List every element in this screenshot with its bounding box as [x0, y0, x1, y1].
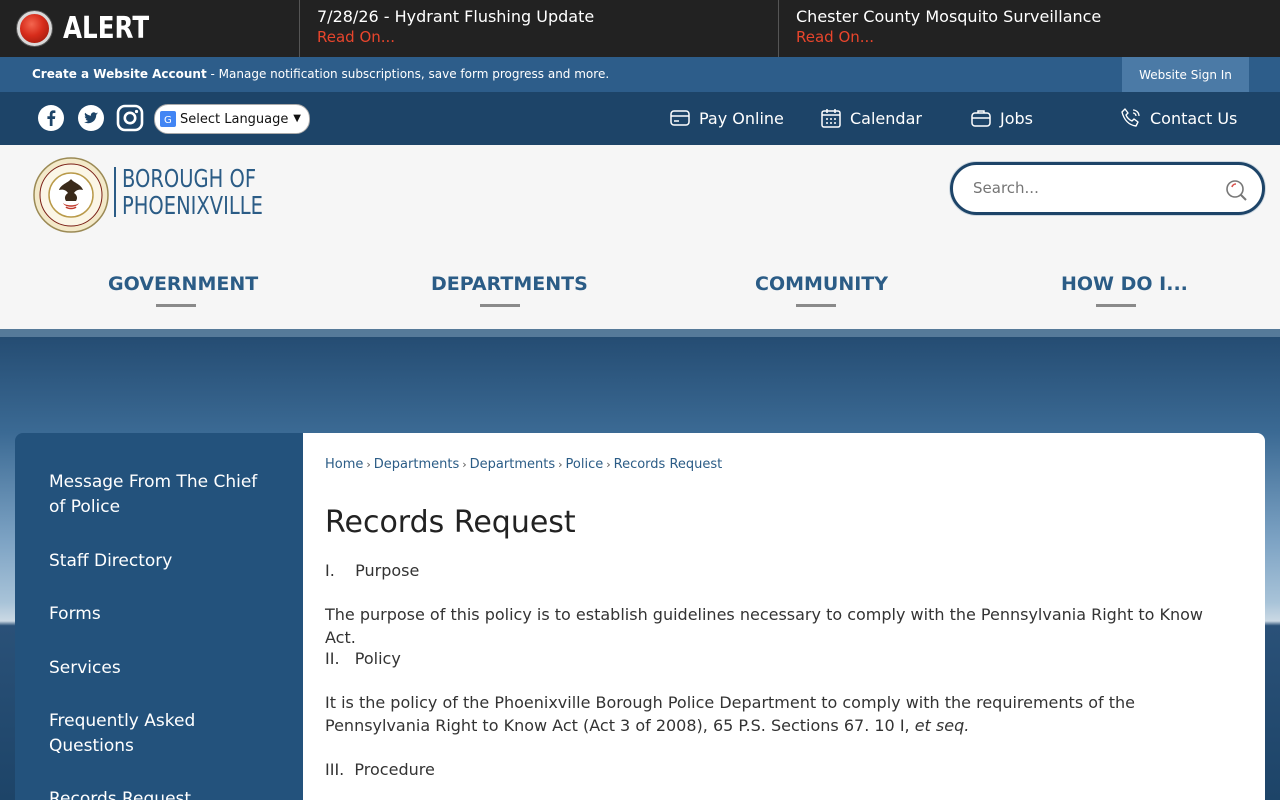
alert-item-mosquito[interactable]: Chester County Mosquito Surveillance Rea… [779, 0, 1280, 57]
borough-name-logo[interactable]: BOROUGH OF PHOENIXVILLE [122, 165, 263, 219]
logo-line-1: BOROUGH OF [122, 164, 257, 193]
alert-title[interactable]: 7/28/26 - Hydrant Flushing Update [317, 6, 778, 27]
nav-government[interactable]: GOVERNMENT [108, 273, 258, 295]
sidebar-item-services[interactable]: Services [49, 656, 269, 681]
briefcase-icon [971, 110, 991, 127]
main-content: Home › Departments › Departments › Police › Reco… [303, 433, 1265, 800]
alert-label-block: ALERT [0, 0, 300, 57]
procedure-heading: III. Procedure [325, 760, 435, 779]
instagram-icon[interactable] [116, 104, 144, 132]
jobs-link[interactable]: Jobs [970, 106, 1033, 130]
borough-seal-logo[interactable] [33, 157, 109, 233]
nav-how-do-i[interactable]: HOW DO I... [1061, 273, 1188, 295]
policy-text: It is the policy of the Phoenixville Bor… [325, 693, 1135, 735]
breadcrumb-home[interactable]: Home [325, 457, 363, 472]
sidebar-item-faq[interactable]: Frequently Asked Questions [49, 709, 269, 759]
logo-divider [114, 167, 116, 217]
alert-read-on-link[interactable]: Read On... [796, 27, 1280, 48]
sidebar-item-staff-directory[interactable]: Staff Directory [49, 549, 269, 574]
search-input[interactable] [973, 179, 1213, 197]
google-translate-icon: G [160, 111, 176, 127]
language-select-label: Select Language [180, 111, 289, 127]
pay-online-link[interactable]: Pay Online [669, 106, 784, 130]
policy-heading: II. Policy [325, 649, 401, 668]
alert-read-on-link[interactable]: Read On... [317, 27, 778, 48]
breadcrumb-separator: › [366, 458, 371, 471]
search-icon[interactable] [1224, 178, 1248, 202]
alert-bar: ALERT 7/28/26 - Hydrant Flushing Update … [0, 0, 1280, 57]
sidebar-item-message-from-chief[interactable]: Message From The Chief of Police [49, 470, 269, 520]
policy-paragraph: It is the policy of the Phoenixville Bor… [325, 691, 1235, 737]
purpose-text: The purpose of this policy is to establi… [325, 605, 1203, 647]
breadcrumb-separator: › [558, 458, 563, 471]
calendar-icon [821, 109, 841, 128]
contact-us-link[interactable]: Contact Us [1120, 106, 1237, 130]
policy-et-seq: et seq. [914, 716, 970, 735]
create-account-description: - Manage notification subscriptions, sav… [206, 67, 610, 81]
calendar-label: Calendar [850, 108, 922, 128]
facebook-icon[interactable] [37, 104, 65, 132]
nav-underline [796, 304, 836, 307]
sidebar-item-records-request[interactable]: Records Request [49, 787, 269, 800]
nav-community[interactable]: COMMUNITY [755, 273, 888, 295]
alert-label: ALERT [63, 11, 150, 46]
svg-text:G: G [164, 115, 172, 126]
alert-icon [17, 11, 52, 46]
pay-online-label: Pay Online [699, 108, 784, 128]
alert-item-hydrant[interactable]: 7/28/26 - Hydrant Flushing Update Read O… [300, 0, 779, 57]
twitter-icon[interactable] [77, 104, 105, 132]
alert-title[interactable]: Chester County Mosquito Surveillance [796, 6, 1280, 27]
page-title: Records Request [325, 505, 576, 540]
account-bar: Create a Website Account - Manage notifi… [0, 57, 1280, 92]
contact-us-label: Contact Us [1150, 108, 1238, 128]
nav-departments[interactable]: DEPARTMENTS [431, 273, 588, 295]
breadcrumb: Home › Departments › Departments › Police › Reco… [325, 457, 722, 472]
account-message: Create a Website Account - Manage notifi… [32, 67, 609, 81]
utility-bar: G Select Language ▼ Pay Online Calendar … [0, 92, 1280, 145]
website-sign-in-button[interactable]: Website Sign In [1122, 57, 1249, 92]
breadcrumb-police[interactable]: Police [566, 457, 604, 472]
language-select[interactable]: G Select Language ▼ [154, 104, 310, 134]
nav-underline [480, 304, 520, 307]
phone-icon [1121, 108, 1140, 127]
breadcrumb-departments-2[interactable]: Departments [470, 457, 555, 472]
breadcrumb-departments[interactable]: Departments [374, 457, 459, 472]
logo-line-2: PHOENIXVILLE [122, 191, 263, 220]
create-account-link[interactable]: Create a Website Account [32, 67, 207, 81]
sidebar-item-forms[interactable]: Forms [49, 602, 269, 627]
breadcrumb-separator: › [606, 458, 611, 471]
hero-top-strip [0, 329, 1280, 337]
calendar-link[interactable]: Calendar [820, 106, 922, 130]
site-header: BOROUGH OF PHOENIXVILLE GOVERNMENT DEPAR… [0, 145, 1280, 329]
nav-underline [1096, 304, 1136, 307]
credit-card-icon [670, 110, 690, 126]
breadcrumb-separator: › [462, 458, 467, 471]
nav-underline [156, 304, 196, 307]
chevron-down-icon: ▼ [293, 113, 301, 124]
jobs-label: Jobs [1000, 108, 1033, 128]
breadcrumb-records-request[interactable]: Records Request [614, 457, 723, 472]
search-box [950, 162, 1265, 215]
purpose-heading: I. Purpose [325, 561, 420, 580]
sidebar-nav: Message From The Chief of Police Staff D… [15, 433, 303, 800]
